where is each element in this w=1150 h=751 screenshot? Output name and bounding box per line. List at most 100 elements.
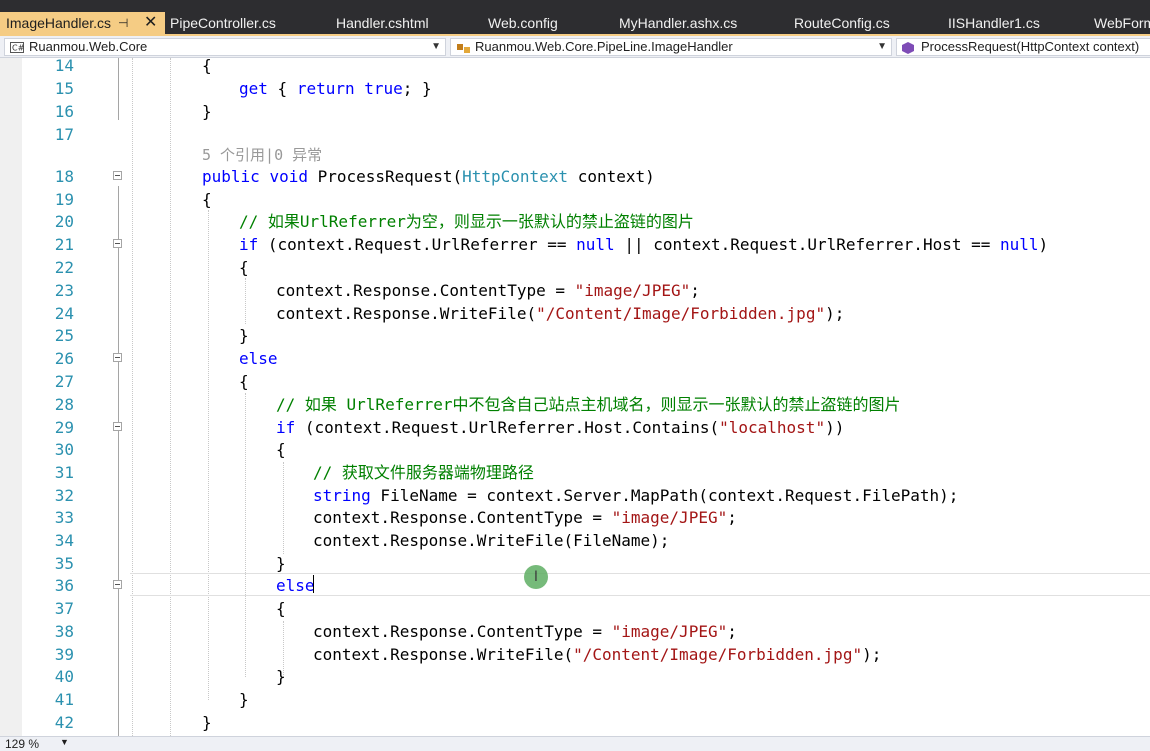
text-caret — [313, 575, 314, 593]
code-line-23: 23 context.Response.ContentType = "image… — [0, 279, 1150, 302]
code-line-24: 24 context.Response.WriteFile("/Content/… — [0, 302, 1150, 325]
collapse-toggle[interactable] — [113, 171, 122, 180]
code-keyword: else — [276, 576, 315, 595]
tab-label: RouteConfig.cs — [794, 15, 890, 31]
line-number: 22 — [54, 258, 74, 277]
line-number: 21 — [54, 235, 74, 254]
code-line-40: 40 } — [0, 665, 1150, 688]
code-line-41: 41 } — [0, 688, 1150, 711]
collapse-toggle[interactable] — [113, 353, 122, 362]
pin-icon[interactable]: ⊣ — [118, 12, 128, 34]
code-text: context.Response.WriteFile(FileName); — [313, 531, 670, 550]
code-line-17: 17 — [0, 123, 1150, 146]
tab-pipecontroller-cs[interactable]: PipeController.cs — [170, 12, 276, 34]
member-name: ProcessRequest(HttpContext context) — [921, 39, 1140, 54]
code-text: context.Response.ContentType = "image/JP… — [276, 281, 700, 300]
close-icon[interactable]: ✕ — [144, 12, 157, 34]
code-text: { — [276, 599, 286, 618]
document-tab-bar: ImageHandler.cs ⊣ ✕ PipeController.cs Ha… — [0, 0, 1150, 36]
code-line-21: 21 if (context.Request.UrlReferrer == nu… — [0, 233, 1150, 256]
line-number: 32 — [54, 486, 74, 505]
type-dropdown[interactable]: Ruanmou.Web.Core.PipeLine.ImageHandler ▼ — [450, 38, 892, 56]
tab-imagehandler-cs[interactable]: ImageHandler.cs ⊣ ✕ — [0, 12, 165, 34]
code-text: } — [202, 713, 212, 732]
tab-label: WebForm — [1094, 15, 1150, 31]
code-line-34: 34 context.Response.WriteFile(FileName); — [0, 529, 1150, 552]
code-line-38: 38 context.Response.ContentType = "image… — [0, 620, 1150, 643]
line-number: 24 — [54, 304, 74, 323]
line-number: 42 — [54, 713, 74, 732]
code-text: context.Response.WriteFile("/Content/Ima… — [313, 645, 882, 664]
tab-handler-cshtml[interactable]: Handler.cshtml — [336, 12, 429, 34]
line-number: 36 — [54, 576, 74, 595]
project-name: Ruanmou.Web.Core — [29, 39, 148, 54]
line-number: 20 — [54, 212, 74, 231]
line-number: 18 — [54, 167, 74, 186]
tab-iishandler1-cs[interactable]: IISHandler1.cs — [948, 12, 1040, 34]
tab-label: ImageHandler.cs — [6, 15, 112, 31]
code-line-30: 30 { — [0, 438, 1150, 461]
member-dropdown[interactable]: ProcessRequest(HttpContext context) — [896, 38, 1150, 56]
line-number: 25 — [54, 326, 74, 345]
code-text: context.Response.WriteFile("/Content/Ima… — [276, 304, 845, 323]
code-editor[interactable]: 14 { 15 get { return true; } 16 } 17 5 个… — [0, 58, 1150, 736]
tab-routeconfig-cs[interactable]: RouteConfig.cs — [794, 12, 890, 34]
type-name: Ruanmou.Web.Core.PipeLine.ImageHandler — [475, 39, 733, 54]
codelens-hint[interactable]: 5 个引用|0 异常 — [0, 144, 1150, 167]
code-text: { — [202, 190, 212, 209]
tab-webform[interactable]: WebForm — [1094, 12, 1150, 34]
code-line-35: 35 } — [0, 552, 1150, 575]
mouse-cursor-highlight: I — [524, 565, 548, 589]
code-line-33: 33 context.Response.ContentType = "image… — [0, 506, 1150, 529]
line-number: 16 — [54, 102, 74, 121]
tab-label: Web.config — [488, 15, 558, 31]
code-line-19: 19 { — [0, 188, 1150, 211]
collapse-toggle[interactable] — [113, 239, 122, 248]
line-number: 19 — [54, 190, 74, 209]
class-icon — [457, 44, 470, 53]
code-text: } — [239, 326, 249, 345]
line-number: 39 — [54, 645, 74, 664]
code-text: { — [239, 372, 249, 391]
collapse-toggle[interactable] — [113, 580, 122, 589]
code-text: get { return true; } — [239, 79, 432, 98]
code-line-39: 39 context.Response.WriteFile("/Content/… — [0, 643, 1150, 666]
code-line-15: 15 get { return true; } — [0, 77, 1150, 100]
chevron-down-icon: ▼ — [877, 41, 887, 52]
tab-label: PipeController.cs — [170, 15, 276, 31]
line-number: 29 — [54, 418, 74, 437]
method-icon — [902, 42, 914, 54]
code-text: context.Response.ContentType = "image/JP… — [313, 508, 737, 527]
zoom-level[interactable]: 129 % — [5, 737, 39, 751]
code-line-25: 25 } — [0, 324, 1150, 347]
line-number: 14 — [54, 58, 74, 75]
chevron-down-icon[interactable]: ▼ — [60, 737, 69, 747]
code-line-26: 26 else — [0, 347, 1150, 370]
svg-text:C#: C# — [12, 44, 24, 53]
chevron-down-icon: ▼ — [431, 41, 441, 52]
line-number: 28 — [54, 395, 74, 414]
line-number: 41 — [54, 690, 74, 709]
code-text: } — [239, 690, 249, 709]
line-number: 34 — [54, 531, 74, 550]
code-line-18: 18 public void ProcessRequest(HttpContex… — [0, 165, 1150, 188]
line-number: 38 — [54, 622, 74, 641]
tab-label: Handler.cshtml — [336, 15, 429, 31]
csharp-project-icon: C# — [10, 42, 24, 53]
code-line-29: 29 if (context.Request.UrlReferrer.Host.… — [0, 416, 1150, 439]
code-comment: // 如果 UrlReferrer中不包含自己站点主机域名，则显示一张默认的禁止… — [276, 395, 901, 414]
tab-web-config[interactable]: Web.config — [488, 12, 558, 34]
code-text: } — [202, 102, 212, 121]
line-number: 37 — [54, 599, 74, 618]
code-text: string FileName = context.Server.MapPath… — [313, 486, 959, 505]
reference-count[interactable]: 5 个引用|0 异常 — [202, 144, 322, 167]
code-line-42: 42 } — [0, 711, 1150, 734]
tab-myhandler-ashx-cs[interactable]: MyHandler.ashx.cs — [619, 12, 737, 34]
code-text: { — [239, 258, 249, 277]
line-number: 26 — [54, 349, 74, 368]
code-line-16: 16 } — [0, 100, 1150, 123]
code-line-32: 32 string FileName = context.Server.MapP… — [0, 484, 1150, 507]
project-dropdown[interactable]: C# Ruanmou.Web.Core ▼ — [4, 38, 446, 56]
collapse-toggle[interactable] — [113, 422, 122, 431]
code-line-20: 20 // 如果UrlReferrer为空，则显示一张默认的禁止盗链的图片 — [0, 210, 1150, 233]
